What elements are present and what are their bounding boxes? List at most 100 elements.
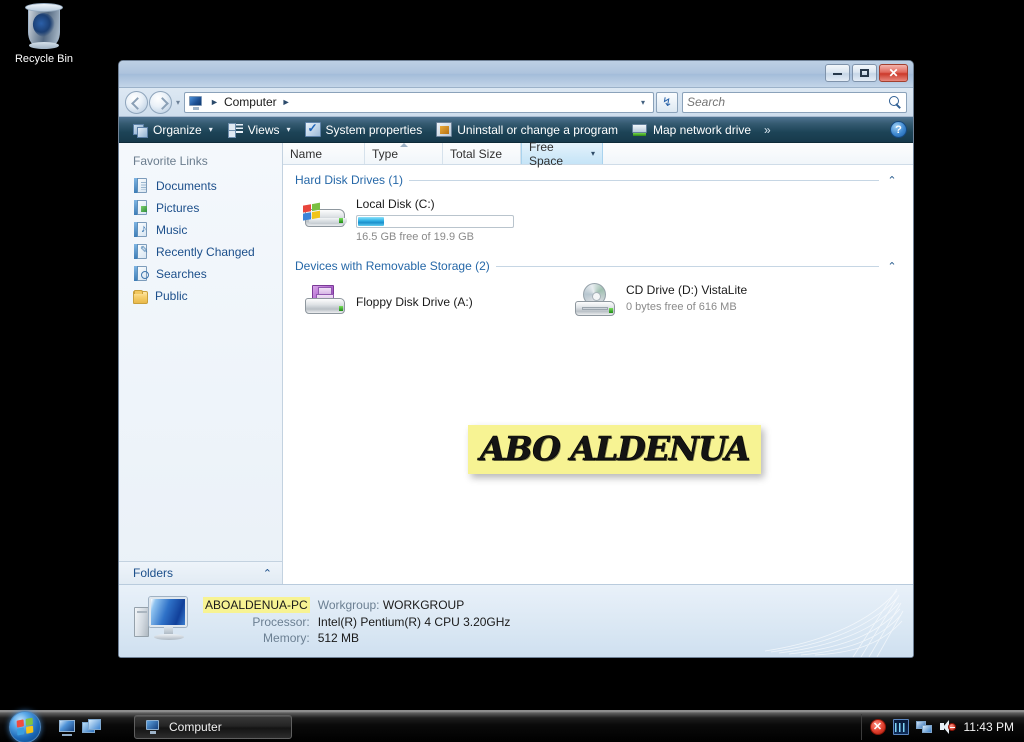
search-input[interactable] (687, 95, 889, 109)
security-alert-icon[interactable] (869, 718, 886, 735)
chevron-down-icon: ▾ (208, 125, 213, 134)
hard-disk-drive-icon (302, 196, 348, 236)
map-network-drive-button[interactable]: Map network drive (625, 119, 758, 141)
sidebar-item-label: Public (155, 289, 188, 303)
forward-arrow-icon[interactable] (149, 90, 172, 114)
chevron-up-icon[interactable]: ⌃ (885, 174, 899, 187)
group-header[interactable]: Devices with Removable Storage (2) ⌃ (295, 259, 899, 273)
recent-pages-chevron-down-icon[interactable]: ▾ (176, 98, 180, 107)
sidebar-item-public[interactable]: Public (119, 285, 282, 307)
column-label: Name (290, 146, 323, 161)
sidebar-item-label: Pictures (156, 201, 200, 215)
navigation-buttons (125, 90, 172, 114)
drive-name: Local Disk (C:) (356, 197, 435, 211)
folders-expander[interactable]: Folders ⌃ (119, 561, 282, 584)
refresh-button[interactable]: ↯ (656, 91, 678, 113)
drive-tile-floppy-a[interactable]: Floppy Disk Drive (A:) (299, 279, 569, 325)
volume-muted-icon[interactable] (939, 719, 956, 735)
sort-ascending-icon (399, 143, 408, 147)
searches-icon (133, 266, 149, 282)
column-label: Free Space (529, 139, 564, 168)
workgroup-label: Workgroup: (317, 598, 380, 612)
chevron-up-icon: ⌃ (262, 567, 272, 580)
organize-icon (132, 122, 148, 138)
drive-name: CD Drive (D:) VistaLite (626, 283, 748, 297)
uninstall-icon (436, 122, 453, 137)
disk-usage-bar (356, 215, 514, 228)
sidebar-item-music[interactable]: Music (119, 219, 282, 241)
views-button[interactable]: Views ▾ (220, 119, 298, 141)
close-button[interactable]: ✕ (879, 64, 908, 82)
column-header-type[interactable]: Type (365, 143, 443, 164)
workgroup-text: WORKGROUP (382, 598, 465, 612)
organize-button[interactable]: Organize ▾ (125, 119, 220, 141)
system-properties-label: System properties (325, 122, 423, 137)
organize-label: Organize (153, 122, 202, 137)
address-bar-row: ▾ ► Computer ► ▾ ↯ (119, 88, 913, 117)
chevron-down-icon[interactable]: ▾ (591, 149, 595, 158)
window-titlebar[interactable]: ✕ (119, 61, 913, 88)
network-connection-icon[interactable] (915, 719, 932, 735)
drive-tile-local-disk-c[interactable]: Local Disk (C:) 16.5 GB free of 19.9 GB (299, 193, 569, 247)
breadcrumb-computer[interactable]: Computer (224, 95, 277, 109)
folders-label: Folders (133, 566, 174, 580)
search-box[interactable] (682, 91, 907, 113)
desktop-icon-recycle-bin[interactable]: Recycle Bin (8, 3, 80, 66)
group-header[interactable]: Hard Disk Drives (1) ⌃ (295, 173, 899, 187)
help-button[interactable]: ? (890, 121, 907, 138)
windows-start-orb-icon (9, 710, 41, 742)
toolbar-overflow-button[interactable]: » (758, 123, 776, 137)
details-table: ABOALDENUA-PC Workgroup: WORKGROUP Proce… (203, 597, 510, 645)
column-header-free-space[interactable]: Free Space ▾ (521, 140, 603, 168)
sidebar-item-label: Searches (156, 267, 207, 281)
group-title: Devices with Removable Storage (2) (295, 259, 490, 273)
minimize-button[interactable] (825, 64, 850, 82)
show-desktop-icon[interactable] (58, 718, 78, 736)
system-properties-icon (304, 121, 321, 137)
views-label: Views (247, 122, 280, 137)
computer-workstation-icon (133, 593, 195, 649)
chevron-up-icon[interactable]: ⌃ (885, 260, 899, 273)
breadcrumb-separator-icon[interactable]: ► (210, 97, 219, 107)
task-list: Computer (134, 714, 861, 739)
details-pane: ABOALDENUA-PC Workgroup: WORKGROUP Proce… (119, 584, 913, 657)
computer-icon (188, 95, 204, 110)
column-header-name[interactable]: Name (283, 143, 365, 164)
column-header-filler (603, 143, 913, 164)
drive-tile-cd-d[interactable]: CD Drive (D:) VistaLite 0 bytes free of … (569, 279, 839, 325)
search-icon[interactable] (889, 95, 902, 109)
network-activity-graph-icon[interactable] (892, 718, 909, 735)
content-pane: Name Type Total Size Free Space ▾ Hard D… (283, 140, 913, 584)
close-icon: ✕ (888, 66, 899, 80)
file-list-area[interactable]: Hard Disk Drives (1) ⌃ Local Disk (C:) 1… (283, 165, 913, 584)
quick-launch-bar (58, 718, 102, 736)
sidebar-item-pictures[interactable]: Pictures (119, 197, 282, 219)
group-removable-storage: Devices with Removable Storage (2) ⌃ Flo… (295, 259, 899, 329)
clock[interactable]: 11:43 PM (964, 720, 1014, 734)
views-icon (227, 122, 243, 138)
refresh-icon: ↯ (661, 95, 673, 109)
uninstall-change-program-button[interactable]: Uninstall or change a program (429, 119, 625, 141)
start-button[interactable] (2, 710, 48, 742)
back-arrow-icon[interactable] (125, 90, 148, 114)
switch-windows-icon[interactable] (82, 718, 102, 736)
processor-value: Intel(R) Pentium(R) 4 CPU 3.20GHz (317, 615, 511, 629)
sidebar-item-label: Documents (156, 179, 217, 193)
sidebar-item-recently-changed[interactable]: Recently Changed (119, 241, 282, 263)
address-dropdown-chevron-down-icon[interactable]: ▾ (635, 98, 651, 107)
explorer-window: ✕ ▾ ► Computer ► ▾ ↯ Search Organize ▾ V… (118, 60, 914, 658)
sidebar-item-searches[interactable]: Searches (119, 263, 282, 285)
sidebar-item-documents[interactable]: Documents (119, 175, 282, 197)
memory-label: Memory: (263, 631, 310, 645)
taskbar-button-computer[interactable]: Computer (134, 714, 292, 739)
breadcrumb-separator-icon-2[interactable]: ► (282, 97, 291, 107)
address-bar[interactable]: ► Computer ► ▾ (184, 91, 654, 113)
column-header-total-size[interactable]: Total Size (443, 143, 521, 164)
maximize-button[interactable] (852, 64, 877, 82)
taskbar: Computer 11:43 PM (0, 710, 1024, 742)
system-properties-button[interactable]: System properties (298, 119, 430, 141)
group-title: Hard Disk Drives (1) (295, 173, 404, 187)
map-network-drive-icon (632, 122, 648, 137)
group-hard-disk-drives: Hard Disk Drives (1) ⌃ Local Disk (C:) 1… (295, 173, 899, 251)
chevron-down-icon-views: ▾ (286, 125, 291, 134)
